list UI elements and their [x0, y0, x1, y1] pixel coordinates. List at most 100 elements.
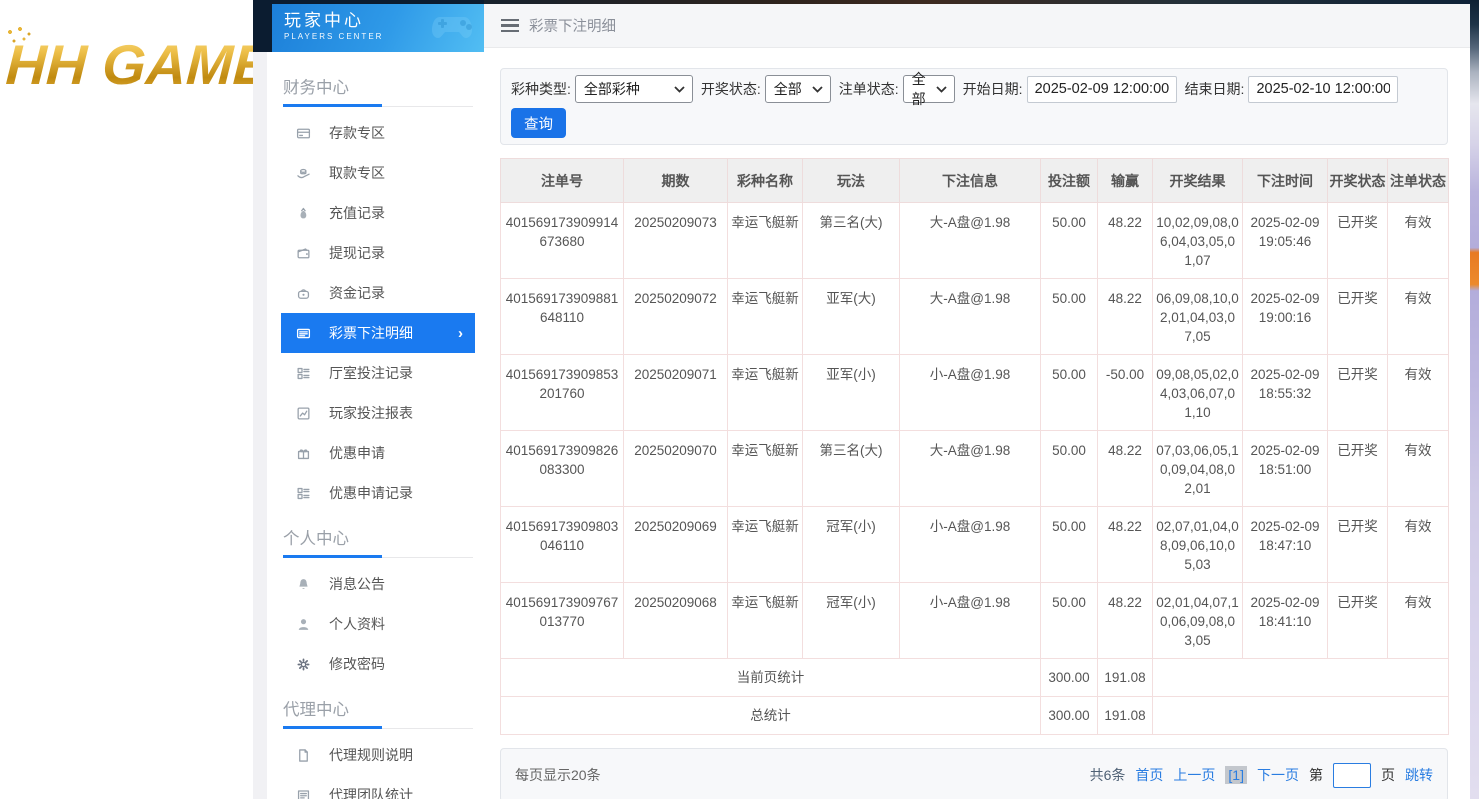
sidebar-item-label: 个人资料 [329, 614, 385, 634]
table-cell: 10,02,09,08,06,04,03,05,01,07 [1153, 203, 1243, 279]
sidebar-item-玩家投注报表[interactable]: 玩家投注报表 [281, 393, 475, 433]
sidebar-item-充值记录[interactable]: 充值记录 [281, 193, 475, 233]
gift-icon [295, 445, 311, 461]
person-icon [295, 616, 311, 632]
sidebar-item-label: 提现记录 [329, 243, 385, 263]
table-cell: 02,07,01,04,08,09,06,10,05,03 [1153, 507, 1243, 583]
table-cell: 已开奖 [1328, 203, 1388, 279]
pager: 共6条 首页 上一页 [1] 下一页 第 页 跳转 [1090, 763, 1433, 788]
table-cell: 幸运飞艇新 [728, 279, 803, 355]
sidebar-item-取款专区[interactable]: 取款专区 [281, 153, 475, 193]
table-cell: 02,01,04,07,10,06,09,08,03,05 [1153, 583, 1243, 659]
lottery-type-select[interactable]: 全部彩种 [575, 75, 693, 103]
summary-label: 总统计 [501, 697, 1041, 735]
sidebar-top: 玩家中心 PLAYERS CENTER [253, 0, 484, 52]
moneybag-icon [295, 205, 311, 221]
list-icon [295, 325, 311, 341]
report-icon [295, 405, 311, 421]
table-cell: 50.00 [1041, 431, 1098, 507]
sidebar-item-代理规则说明[interactable]: 代理规则说明 [281, 735, 475, 775]
chevron-down-icon [674, 86, 685, 93]
sidebar-item-label: 代理规则说明 [329, 745, 413, 765]
prev-page-link[interactable]: 上一页 [1173, 765, 1215, 785]
sidebar-item-厅室投注记录[interactable]: 厅室投注记录 [281, 353, 475, 393]
sidebar-item-资金记录[interactable]: 资金记录 [281, 273, 475, 313]
lottery-type-label: 彩种类型: [511, 79, 571, 99]
first-page-link[interactable]: 首页 [1135, 765, 1163, 785]
column-header: 注单号 [501, 159, 624, 203]
table-cell: 50.00 [1041, 355, 1098, 431]
table-cell: 401569173909881648110 [501, 279, 624, 355]
table-cell: 有效 [1388, 279, 1449, 355]
sidebar-item-消息公告[interactable]: 消息公告 [281, 564, 475, 604]
jump-page-input[interactable] [1333, 763, 1371, 788]
sidebar-item-优惠申请记录[interactable]: 优惠申请记录 [281, 473, 475, 513]
sidebar-item-优惠申请[interactable]: 优惠申请 [281, 433, 475, 473]
table-cell: 已开奖 [1328, 355, 1388, 431]
table-cell: 有效 [1388, 583, 1449, 659]
chevron-down-icon [936, 86, 947, 93]
sidebar-item-label: 厅室投注记录 [329, 363, 413, 383]
table-cell: 50.00 [1041, 279, 1098, 355]
query-button[interactable]: 查询 [511, 108, 566, 138]
sidebar-item-修改密码[interactable]: 修改密码 [281, 644, 475, 684]
sidebar-item-label: 优惠申请记录 [329, 483, 413, 503]
table-cell: 有效 [1388, 355, 1449, 431]
sidebar-item-存款专区[interactable]: 存款专区 [281, 113, 475, 153]
column-header: 下注信息 [900, 159, 1041, 203]
bet-status-select[interactable]: 全部 [903, 75, 955, 103]
table-cell: 已开奖 [1328, 583, 1388, 659]
table-cell: 大-A盘@1.98 [900, 279, 1041, 355]
next-page-link[interactable]: 下一页 [1257, 765, 1299, 785]
sidebar-item-label: 存款专区 [329, 123, 385, 143]
table-row: 40156917390982608330020250209070幸运飞艇新第三名… [501, 431, 1449, 507]
main-area: 彩票下注明细 彩种类型: 全部彩种 开奖状态: 全部 注单状态: 全部 [484, 0, 1479, 799]
start-date-input[interactable] [1027, 76, 1177, 103]
table-cell: 20250209073 [624, 203, 728, 279]
bets-table: 注单号期数彩种名称玩法下注信息投注额输赢开奖结果下注时间开奖状态注单状态 401… [500, 158, 1449, 735]
end-date-input[interactable] [1248, 76, 1398, 103]
table-cell: 07,03,06,05,10,09,04,08,02,01 [1153, 431, 1243, 507]
table-row: 40156917390985320176020250209071幸运飞艇新亚军(… [501, 355, 1449, 431]
chevron-right-icon: › [458, 325, 463, 342]
column-header: 开奖结果 [1153, 159, 1243, 203]
list2-icon [295, 485, 311, 501]
table-cell: 401569173909767013770 [501, 583, 624, 659]
end-date-label: 结束日期: [1185, 79, 1245, 99]
column-header: 彩种名称 [728, 159, 803, 203]
table-cell: 06,09,08,10,02,01,04,03,07,05 [1153, 279, 1243, 355]
table-cell: 401569173909803046110 [501, 507, 624, 583]
table-cell: 亚军(小) [803, 355, 900, 431]
filter-panel: 彩种类型: 全部彩种 开奖状态: 全部 注单状态: 全部 开始日期: 结束日期: [500, 68, 1448, 145]
table-cell: 2025-02-09 18:41:10 [1243, 583, 1328, 659]
sidebar-item-提现记录[interactable]: 提现记录 [281, 233, 475, 273]
hand-icon [295, 165, 311, 181]
table-cell: 幸运飞艇新 [728, 507, 803, 583]
table-cell: 幸运飞艇新 [728, 431, 803, 507]
table-cell: 已开奖 [1328, 507, 1388, 583]
table-cell: 48.22 [1098, 279, 1153, 355]
sidebar-item-个人资料[interactable]: 个人资料 [281, 604, 475, 644]
summary-winloss-total: 191.08 [1098, 697, 1153, 735]
scrollbar-strip[interactable] [1470, 0, 1479, 799]
column-header: 下注时间 [1243, 159, 1328, 203]
menu-toggle-icon[interactable] [501, 19, 519, 32]
draw-status-label: 开奖状态: [701, 79, 761, 99]
news-icon [295, 787, 311, 799]
summary-empty [1153, 659, 1449, 697]
sidebar-item-label: 优惠申请 [329, 443, 385, 463]
section-title-0: 财务中心 [283, 74, 473, 107]
sidebar-item-彩票下注明细[interactable]: 彩票下注明细› [281, 313, 475, 353]
brand-logo: HH GAME [4, 32, 253, 97]
table-cell: 已开奖 [1328, 279, 1388, 355]
sidebar-item-代理团队统计[interactable]: 代理团队统计 [281, 775, 475, 799]
sidebar: 玩家中心 PLAYERS CENTER 财务中心存款专区取款专区充值记录提现记录… [253, 0, 484, 799]
column-header: 玩法 [803, 159, 900, 203]
jump-button[interactable]: 跳转 [1405, 765, 1433, 785]
table-cell: 401569173909853201760 [501, 355, 624, 431]
summary-row: 当前页统计300.00191.08 [501, 659, 1449, 697]
summary-winloss-total: 191.08 [1098, 659, 1153, 697]
logo-pane: HH GAME [0, 0, 253, 799]
draw-status-select[interactable]: 全部 [765, 75, 831, 103]
wallet-icon [295, 245, 311, 261]
